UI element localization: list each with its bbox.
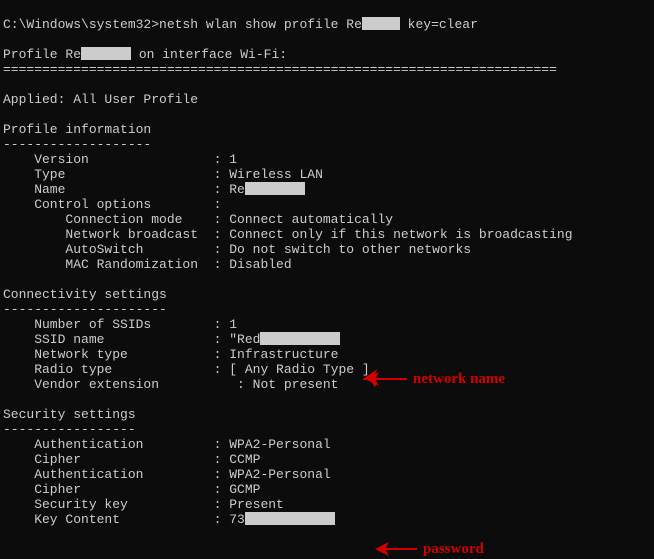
- netbcast-key: Network broadcast :: [3, 227, 229, 242]
- keycontent-prefix: 73: [229, 512, 245, 527]
- connmode-val: Connect automatically: [229, 212, 393, 227]
- mac-val: Disabled: [229, 257, 291, 272]
- ssid-prefix: "Red: [229, 332, 260, 347]
- auth1-val: WPA2-Personal: [229, 437, 330, 452]
- version-key: Version :: [3, 152, 229, 167]
- connmode-key: Connection mode :: [3, 212, 229, 227]
- type-val: Wireless LAN: [229, 167, 323, 182]
- cipher2-key: Cipher :: [3, 482, 229, 497]
- numssids-val: 1: [229, 317, 237, 332]
- redaction-profile: [81, 47, 131, 60]
- dashes2: ---------------------: [3, 302, 167, 317]
- numssids-key: Number of SSIDs :: [3, 317, 229, 332]
- section-security: Security settings: [3, 407, 136, 422]
- annotation-password-label: password: [423, 542, 484, 557]
- cmd-pre: netsh wlan show profile Re: [159, 17, 362, 32]
- cmd-post: key=clear: [400, 17, 478, 32]
- nettype-val: Infrastructure: [229, 347, 338, 362]
- seckey-key: Security key :: [3, 497, 229, 512]
- section-connectivity: Connectivity settings: [3, 287, 167, 302]
- ssid-key: SSID name :: [3, 332, 229, 347]
- netbcast-val: Connect only if this network is broadcas…: [229, 227, 572, 242]
- terminal-output: C:\Windows\system32>netsh wlan show prof…: [0, 0, 654, 527]
- mac-key: MAC Randomization :: [3, 257, 229, 272]
- autoswitch-val: Do not switch to other networks: [229, 242, 471, 257]
- autoswitch-key: AutoSwitch :: [3, 242, 229, 257]
- redaction-ssid: [260, 332, 340, 345]
- seckey-val: Present: [229, 497, 284, 512]
- cipher1-key: Cipher :: [3, 452, 229, 467]
- name-key: Name :: [3, 182, 229, 197]
- keycontent-key: Key Content :: [3, 512, 229, 527]
- vendor-val: Not present: [253, 377, 339, 392]
- profile-prefix: Profile Re: [3, 47, 81, 62]
- applied-line: Applied: All User Profile: [3, 92, 198, 107]
- arrow-left-icon: [373, 539, 417, 559]
- ruler: ========================================…: [3, 62, 557, 77]
- redaction-key: [245, 512, 335, 525]
- cipher1-val: CCMP: [229, 452, 260, 467]
- auth1-key: Authentication :: [3, 437, 229, 452]
- annotation-password: password: [373, 539, 484, 559]
- version-val: 1: [229, 152, 237, 167]
- redaction-cmd: [362, 17, 400, 30]
- auth2-val: WPA2-Personal: [229, 467, 330, 482]
- section-profile-info: Profile information: [3, 122, 151, 137]
- vendor-key: Vendor extension :: [3, 377, 253, 392]
- radio-key: Radio type :: [3, 362, 229, 377]
- type-key: Type :: [3, 167, 229, 182]
- dashes3: -----------------: [3, 422, 136, 437]
- cipher2-val: GCMP: [229, 482, 260, 497]
- prompt-path: C:\Windows\system32>: [3, 17, 159, 32]
- name-prefix: Re: [229, 182, 245, 197]
- redaction-name: [245, 182, 305, 195]
- auth2-key: Authentication :: [3, 467, 229, 482]
- control-key: Control options :: [3, 197, 221, 212]
- dashes: -------------------: [3, 137, 151, 152]
- profile-suffix: on interface Wi-Fi:: [139, 47, 287, 62]
- nettype-key: Network type :: [3, 347, 229, 362]
- radio-val: [ Any Radio Type ]: [229, 362, 369, 377]
